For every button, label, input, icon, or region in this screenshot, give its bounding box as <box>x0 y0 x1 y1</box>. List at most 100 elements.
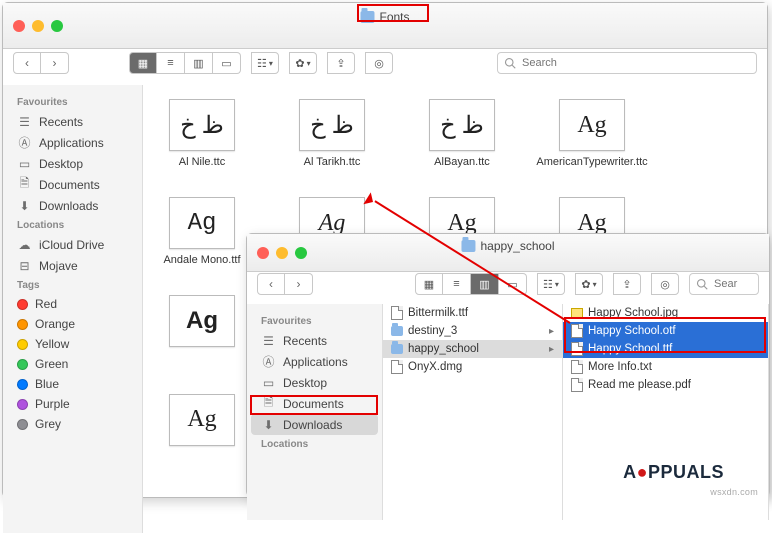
document-icon <box>391 306 403 320</box>
share-button[interactable]: ⇪ <box>327 52 355 74</box>
sidebar-tag[interactable]: Orange <box>7 314 138 334</box>
sidebar-item-applications[interactable]: ⒶApplications <box>7 132 138 153</box>
sidebar-item-label: Documents <box>39 178 100 192</box>
close-icon[interactable] <box>13 20 25 32</box>
folder-icon <box>391 326 403 336</box>
group-menu[interactable]: ☷▾ <box>251 52 279 74</box>
file-name: Bittermilk.ttf <box>408 307 468 319</box>
group-menu[interactable]: ☷▾ <box>537 273 565 295</box>
action-menu[interactable]: ✿▾ <box>575 273 603 295</box>
file-thumbnail: Ag <box>559 99 625 151</box>
list-item[interactable]: destiny_3▸ <box>383 322 562 340</box>
minimize-icon[interactable] <box>32 20 44 32</box>
document-icon <box>571 360 583 374</box>
minimize-icon[interactable] <box>276 247 288 259</box>
search-input[interactable] <box>497 52 757 74</box>
section-locations: Locations <box>251 435 378 453</box>
sidebar-item-label: Applications <box>283 355 348 369</box>
sidebar-item-recents[interactable]: ☰Recents <box>7 111 138 132</box>
sidebar-item-desktop[interactable]: ▭Desktop <box>7 153 138 174</box>
tag-dot-icon <box>17 339 28 350</box>
toolbar: ‹ › ▦ ≡ ▥ ▭ ☷▾ ✿▾ ⇪ ◎ <box>3 49 767 85</box>
sidebar-tag[interactable]: Grey <box>7 414 138 434</box>
sidebar-item-desktop[interactable]: ▭Desktop <box>251 372 378 393</box>
sidebar-tag[interactable]: Red <box>7 294 138 314</box>
sidebar-item-applications[interactable]: Ⓐ Applications <box>251 351 378 372</box>
view-list-button[interactable]: ≡ <box>443 273 471 295</box>
sidebar-tag[interactable]: Green <box>7 354 138 374</box>
sidebar-tag[interactable]: Purple <box>7 394 138 414</box>
view-columns-button[interactable]: ▥ <box>185 52 213 74</box>
list-item[interactable]: Read me please.pdf <box>563 376 768 394</box>
chevron-right-icon: ▸ <box>549 344 554 355</box>
sidebar-item-label: Yellow <box>35 337 69 351</box>
file-name: destiny_3 <box>408 325 457 337</box>
back-button[interactable]: ‹ <box>257 273 285 295</box>
sidebar-item-label: Desktop <box>283 376 327 390</box>
list-item[interactable]: Happy School.ttf <box>563 340 768 358</box>
forward-button[interactable]: › <box>41 52 69 74</box>
file-item[interactable]: ظ خAl Tarikh.ttc <box>287 99 377 169</box>
view-switcher: ▦ ≡ ▥ ▭ <box>129 52 241 74</box>
nav-back-forward: ‹ › <box>257 273 313 295</box>
sidebar-item-documents[interactable]: 🗎Documents <box>251 393 378 414</box>
sidebar-item-icloud[interactable]: ☁ iCloud Drive <box>7 234 138 255</box>
file-item[interactable]: AgAndale Mono.ttf <box>157 197 247 267</box>
share-button[interactable]: ⇪ <box>613 273 641 295</box>
list-item[interactable]: Bittermilk.ttf <box>383 304 562 322</box>
list-item[interactable]: Happy School.otf <box>563 322 768 340</box>
finder-window-happy-school: happy_school ‹ › ▦ ≡ ▥ ▭ ☷▾ ✿▾ ⇪ ◎ Favou… <box>246 233 770 497</box>
view-gallery-button[interactable]: ▭ <box>213 52 241 74</box>
close-icon[interactable] <box>257 247 269 259</box>
maximize-icon[interactable] <box>51 20 63 32</box>
sidebar-item-mojave[interactable]: ⊟Mojave <box>7 255 138 276</box>
sidebar-item-label: Recents <box>39 115 83 129</box>
forward-button[interactable]: › <box>285 273 313 295</box>
back-button[interactable]: ‹ <box>13 52 41 74</box>
window-title: Fonts <box>354 9 415 25</box>
sidebar-item-label: iCloud Drive <box>39 238 104 252</box>
tags-button[interactable]: ◎ <box>651 273 679 295</box>
list-item[interactable]: happy_school▸ <box>383 340 562 358</box>
window-controls <box>257 247 307 259</box>
sidebar-item-label: Grey <box>35 417 61 431</box>
sidebar-tag[interactable]: Blue <box>7 374 138 394</box>
file-item[interactable]: AgAmericanTypewriter.ttc <box>547 99 637 169</box>
document-icon <box>571 324 583 338</box>
sidebar-item-documents[interactable]: 🗎Documents <box>7 174 138 195</box>
icloud-icon: ☁ <box>17 237 32 252</box>
file-name: AlBayan.ttc <box>434 156 490 169</box>
file-name: More Info.txt <box>588 361 652 373</box>
list-item[interactable]: OnyX.dmg <box>383 358 562 376</box>
sidebar-item-downloads[interactable]: ⬇Downloads <box>251 414 378 435</box>
search-field[interactable] <box>497 52 757 74</box>
file-name: Read me please.pdf <box>588 379 691 391</box>
action-menu[interactable]: ✿▾ <box>289 52 317 74</box>
image-icon <box>571 308 583 318</box>
file-item[interactable]: Ag <box>157 394 247 451</box>
folder-icon <box>391 344 403 354</box>
search-field[interactable] <box>689 273 759 295</box>
list-item[interactable]: Happy School.jpg <box>563 304 768 322</box>
file-item[interactable]: ظ خAl Nile.ttc <box>157 99 247 169</box>
sidebar-tag[interactable]: Yellow <box>7 334 138 354</box>
file-name: OnyX.dmg <box>408 361 462 373</box>
disk-icon: ⊟ <box>17 258 32 273</box>
view-icons-button[interactable]: ▦ <box>415 273 443 295</box>
applications-icon: Ⓐ <box>261 354 276 369</box>
list-item[interactable]: More Info.txt <box>563 358 768 376</box>
file-name: Happy School.otf <box>588 325 676 337</box>
maximize-icon[interactable] <box>295 247 307 259</box>
sidebar-item-recents[interactable]: ☰Recents <box>251 330 378 351</box>
view-list-button[interactable]: ≡ <box>157 52 185 74</box>
sidebar: Favourites ☰Recents ⒶApplications ▭Deskt… <box>247 304 383 520</box>
sidebar-item-label: Downloads <box>39 199 98 213</box>
tags-button[interactable]: ◎ <box>365 52 393 74</box>
file-name: Happy School.ttf <box>588 343 672 355</box>
file-item[interactable]: ظ خAlBayan.ttc <box>417 99 507 169</box>
view-icons-button[interactable]: ▦ <box>129 52 157 74</box>
file-thumbnail: Ag <box>169 394 235 446</box>
file-item[interactable]: Ag <box>157 295 247 365</box>
section-locations: Locations <box>7 216 138 234</box>
sidebar-item-downloads[interactable]: ⬇Downloads <box>7 195 138 216</box>
